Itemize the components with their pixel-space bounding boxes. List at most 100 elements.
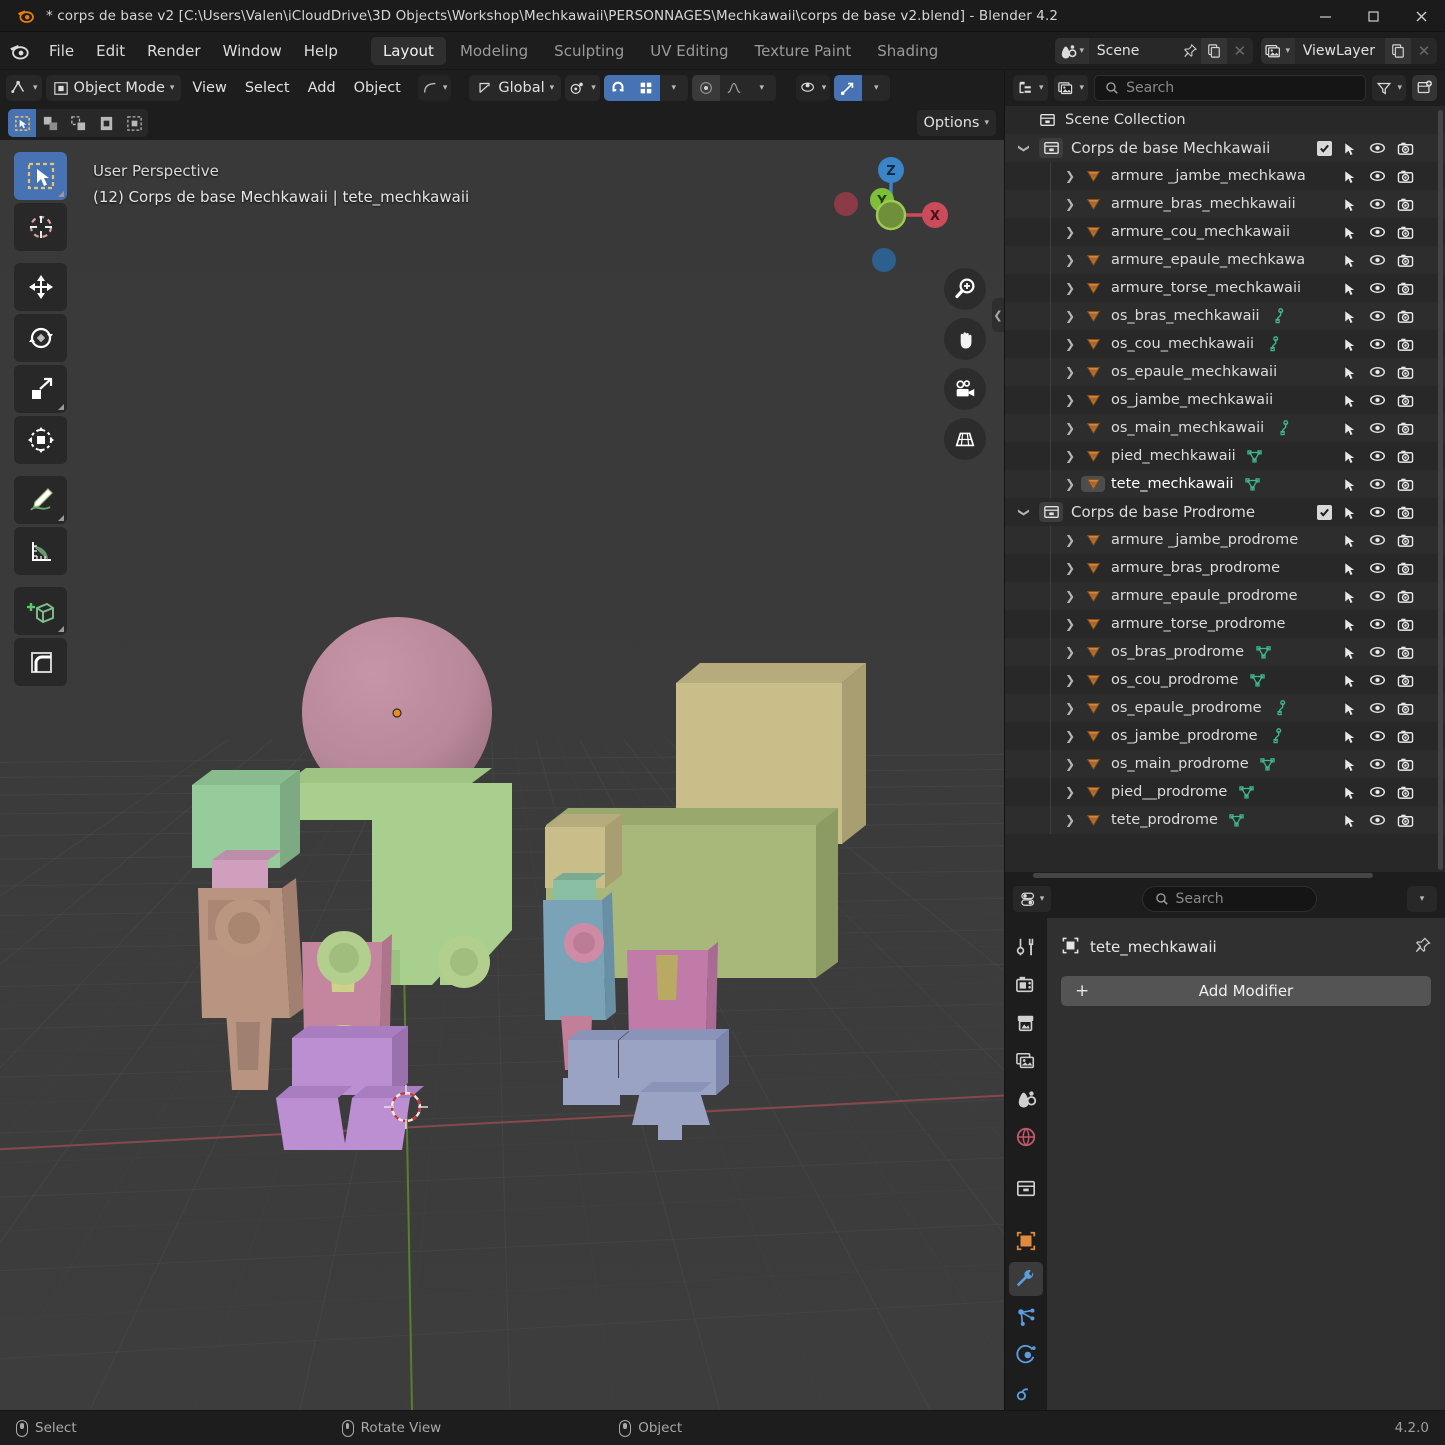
- menu-file[interactable]: File: [38, 39, 85, 63]
- remove-viewlayer-button[interactable]: ✕: [1411, 38, 1437, 64]
- outliner-row[interactable]: ❯pied_mechkawaii: [1005, 442, 1445, 470]
- hide-viewport-icon[interactable]: [1363, 729, 1391, 743]
- object-mode-selector[interactable]: Object Mode ▾: [46, 75, 182, 101]
- hide-viewport-icon[interactable]: [1363, 617, 1391, 631]
- viewport-sidebar-toggle[interactable]: ❮: [992, 298, 1004, 332]
- add-cube-tool[interactable]: [14, 587, 67, 635]
- object-disclosure[interactable]: ❯: [1059, 729, 1081, 743]
- camera-view-icon[interactable]: [944, 368, 986, 410]
- disable-render-icon[interactable]: [1391, 785, 1419, 800]
- outliner-row[interactable]: Scene Collection: [1005, 106, 1445, 134]
- snap-dropdown-caret[interactable]: ▾: [660, 75, 688, 101]
- object-disclosure[interactable]: ❯: [1059, 785, 1081, 799]
- transform-tool[interactable]: [14, 416, 67, 464]
- outliner-row[interactable]: ❯armure_bras_prodrome: [1005, 554, 1445, 582]
- options-button[interactable]: Options ▾: [917, 110, 996, 136]
- rotate-tool[interactable]: [14, 314, 67, 362]
- object-disclosure[interactable]: ❯: [1059, 561, 1081, 575]
- collection-checkbox[interactable]: [1317, 141, 1332, 156]
- object-disclosure[interactable]: ❯: [1059, 337, 1081, 351]
- selectable-icon[interactable]: [1335, 813, 1363, 828]
- proportional-dropdown-caret[interactable]: ▾: [748, 75, 776, 101]
- select-intersect-icon[interactable]: [120, 109, 148, 137]
- object-disclosure[interactable]: ❯: [1059, 281, 1081, 295]
- tool-tab[interactable]: [1009, 930, 1043, 964]
- outliner-scrollbar[interactable]: [1438, 110, 1443, 870]
- selectable-icon[interactable]: [1335, 505, 1363, 520]
- outliner-row[interactable]: ❯armure_epaule_mechkawa: [1005, 246, 1445, 274]
- object-disclosure[interactable]: ❯: [1059, 477, 1081, 491]
- menu-render[interactable]: Render: [136, 39, 211, 63]
- selectable-icon[interactable]: [1335, 421, 1363, 436]
- show-gizmo-icon[interactable]: [834, 75, 862, 101]
- selectable-icon[interactable]: [1335, 533, 1363, 548]
- object-disclosure[interactable]: ❯: [1059, 197, 1081, 211]
- hide-viewport-icon[interactable]: [1363, 589, 1391, 603]
- collection-disclosure[interactable]: ❯: [1018, 137, 1031, 159]
- selectable-icon[interactable]: [1335, 337, 1363, 352]
- shading-curve-icon[interactable]: ▾: [418, 75, 452, 101]
- outliner-row[interactable]: ❯armure_bras_mechkawaii: [1005, 190, 1445, 218]
- menu-add[interactable]: Add: [301, 75, 343, 101]
- outliner-row[interactable]: ❯tete_mechkawaii: [1005, 470, 1445, 498]
- disable-render-icon[interactable]: [1391, 533, 1419, 548]
- selectable-icon[interactable]: [1335, 365, 1363, 380]
- unlink-scene-button[interactable]: ✕: [1227, 38, 1253, 64]
- object-disclosure[interactable]: ❯: [1059, 645, 1081, 659]
- outliner-row[interactable]: ❯os_main_prodrome: [1005, 750, 1445, 778]
- hide-viewport-icon[interactable]: [1363, 169, 1391, 183]
- object-disclosure[interactable]: ❯: [1059, 225, 1081, 239]
- selectable-icon[interactable]: [1335, 393, 1363, 408]
- selectable-icon[interactable]: [1335, 673, 1363, 688]
- disable-render-icon[interactable]: [1391, 617, 1419, 632]
- minimize-button[interactable]: [1301, 0, 1349, 32]
- hide-viewport-icon[interactable]: [1363, 757, 1391, 771]
- menu-select[interactable]: Select: [238, 75, 297, 101]
- disable-render-icon[interactable]: [1391, 421, 1419, 436]
- outliner-row[interactable]: ❯os_jambe_mechkawaii: [1005, 386, 1445, 414]
- hide-viewport-icon[interactable]: [1363, 645, 1391, 659]
- scene-tab[interactable]: [1009, 1082, 1043, 1116]
- snap-target-icon[interactable]: [632, 75, 660, 101]
- scene-selector[interactable]: ▾ Scene ✕: [1055, 38, 1253, 64]
- constraints-tab[interactable]: [1009, 1376, 1043, 1410]
- move-tool[interactable]: [14, 263, 67, 311]
- hide-viewport-icon[interactable]: [1363, 505, 1391, 519]
- outliner-row[interactable]: ❯armure_torse_mechkawaii: [1005, 274, 1445, 302]
- disable-render-icon[interactable]: [1391, 505, 1419, 520]
- zoom-icon[interactable]: [944, 268, 986, 310]
- disable-render-icon[interactable]: [1391, 813, 1419, 828]
- selectable-icon[interactable]: [1335, 281, 1363, 296]
- hide-viewport-icon[interactable]: [1363, 281, 1391, 295]
- tab-shading[interactable]: Shading: [865, 37, 950, 65]
- tab-layout[interactable]: Layout: [371, 37, 446, 65]
- object-disclosure[interactable]: ❯: [1059, 421, 1081, 435]
- hide-viewport-icon[interactable]: [1363, 393, 1391, 407]
- object-disclosure[interactable]: ❯: [1059, 393, 1081, 407]
- menu-help[interactable]: Help: [293, 39, 349, 63]
- hide-viewport-icon[interactable]: [1363, 449, 1391, 463]
- outliner-search-input[interactable]: Search: [1094, 75, 1366, 101]
- outliner-row[interactable]: ❯os_jambe_prodrome: [1005, 722, 1445, 750]
- hide-viewport-icon[interactable]: [1363, 225, 1391, 239]
- hide-viewport-icon[interactable]: [1363, 253, 1391, 267]
- filter-icon[interactable]: ▾: [1372, 75, 1406, 101]
- selectable-icon[interactable]: [1335, 477, 1363, 492]
- outliner-row[interactable]: ❯os_bras_mechkawaii: [1005, 302, 1445, 330]
- selectable-icon[interactable]: [1335, 561, 1363, 576]
- hide-viewport-icon[interactable]: [1363, 141, 1391, 155]
- selectable-icon[interactable]: [1335, 729, 1363, 744]
- measure-tool[interactable]: [14, 527, 67, 575]
- selectable-icon[interactable]: [1335, 645, 1363, 660]
- outliner-row[interactable]: ❯os_epaule_mechkawaii: [1005, 358, 1445, 386]
- hide-viewport-icon[interactable]: [1363, 421, 1391, 435]
- scale-tool[interactable]: [14, 365, 67, 413]
- menu-view[interactable]: View: [185, 75, 233, 101]
- hide-viewport-icon[interactable]: [1363, 813, 1391, 827]
- cursor-tool[interactable]: [14, 203, 67, 251]
- disable-render-icon[interactable]: [1391, 365, 1419, 380]
- object-disclosure[interactable]: ❯: [1059, 813, 1081, 827]
- disable-render-icon[interactable]: [1391, 197, 1419, 212]
- outliner-tree[interactable]: Scene Collection❯Corps de base Mechkawai…: [1005, 106, 1445, 872]
- tab-texture-paint[interactable]: Texture Paint: [742, 37, 863, 65]
